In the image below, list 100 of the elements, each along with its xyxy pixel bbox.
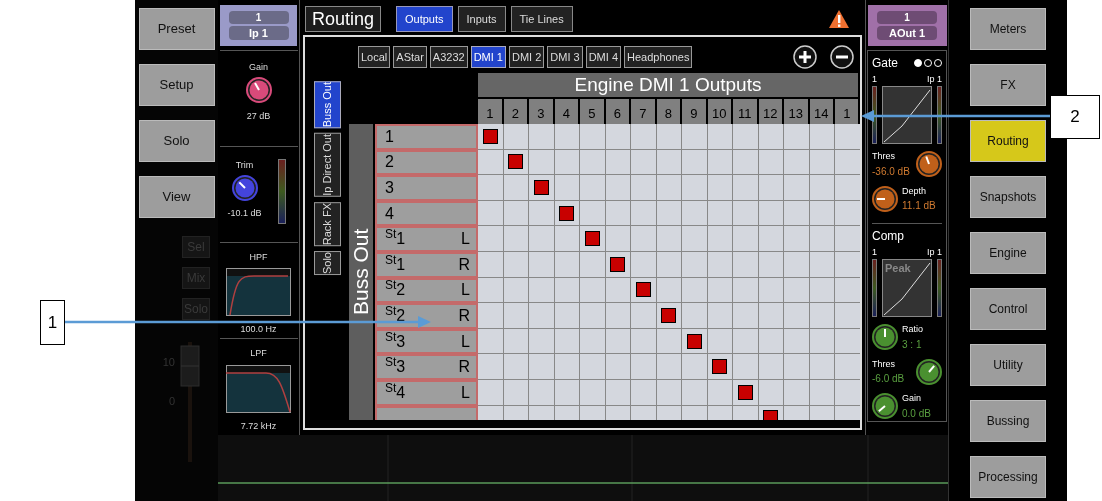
crosspoint-cell[interactable]: [809, 124, 835, 150]
crosspoint-cell[interactable]: [682, 303, 708, 329]
crosspoint-cell[interactable]: [809, 303, 835, 329]
crosspoint-cell[interactable]: [835, 226, 860, 252]
source-tab[interactable]: AStar: [393, 46, 427, 68]
group-tab[interactable]: Buss Out: [313, 81, 341, 129]
crosspoint-cell[interactable]: [682, 149, 708, 176]
crosspoint-cell[interactable]: [478, 124, 504, 150]
group-tab[interactable]: Ip Direct Out: [313, 133, 341, 197]
crosspoint-cell[interactable]: [529, 354, 555, 380]
crosspoint-cell[interactable]: [580, 277, 606, 304]
crosspoint-cell[interactable]: [478, 379, 504, 406]
crosspoint-cell[interactable]: [682, 200, 708, 227]
tab[interactable]: Outputs: [396, 6, 453, 32]
crosspoint-cell[interactable]: [733, 328, 759, 355]
crosspoint-cell[interactable]: [682, 124, 708, 150]
crosspoint-cell[interactable]: [478, 175, 504, 201]
crosspoint-cell[interactable]: [503, 303, 529, 329]
crosspoint-cell[interactable]: [605, 226, 631, 252]
channel-header[interactable]: 1 AOut 1: [867, 5, 947, 46]
crosspoint-cell[interactable]: [529, 328, 555, 355]
crosspoint-cell[interactable]: [631, 200, 657, 227]
nav-button[interactable]: FX: [970, 64, 1046, 106]
crosspoint-cell[interactable]: [478, 354, 504, 380]
crosspoint-cell[interactable]: [682, 226, 708, 252]
crosspoint-cell[interactable]: [554, 124, 580, 150]
crosspoint-cell[interactable]: [809, 226, 835, 252]
crosspoint-cell[interactable]: [784, 328, 810, 355]
nav-button[interactable]: Setup: [138, 64, 215, 106]
crosspoint-cell[interactable]: [758, 303, 784, 329]
crosspoint-cell[interactable]: [835, 379, 860, 406]
crosspoint-cell[interactable]: [733, 149, 759, 176]
crosspoint-cell[interactable]: [707, 175, 733, 201]
crosspoint-cell[interactable]: [503, 124, 529, 150]
nav-button[interactable]: Solo: [138, 120, 215, 162]
crosspoint-cell[interactable]: [529, 303, 555, 329]
crosspoint-cell[interactable]: [656, 226, 682, 252]
crosspoint-cell[interactable]: [503, 226, 529, 252]
group-tab[interactable]: Rack FX: [313, 202, 341, 247]
crosspoint-cell[interactable]: [682, 354, 708, 380]
crosspoint-cell[interactable]: [631, 328, 657, 355]
crosspoint-cell[interactable]: [733, 354, 759, 380]
crosspoint-cell[interactable]: [529, 200, 555, 227]
crosspoint-cell[interactable]: [733, 303, 759, 329]
crosspoint-cell[interactable]: [554, 354, 580, 380]
crosspoint-cell[interactable]: [835, 277, 860, 304]
crosspoint-cell[interactable]: [631, 379, 657, 406]
source-tab[interactable]: DMI 2: [508, 46, 545, 68]
crosspoint-cell[interactable]: [682, 328, 708, 355]
crosspoint-cell[interactable]: [580, 124, 606, 150]
crosspoint-cell[interactable]: [784, 149, 810, 176]
crosspoint-cell[interactable]: [733, 226, 759, 252]
nav-button[interactable]: Utility: [970, 344, 1046, 386]
crosspoint-cell[interactable]: [580, 226, 606, 252]
crosspoint-cell[interactable]: [580, 379, 606, 406]
crosspoint-cell[interactable]: [835, 251, 860, 278]
crosspoint-cell[interactable]: [631, 226, 657, 252]
group-tab[interactable]: Solo: [313, 251, 341, 276]
source-tab[interactable]: DMI 4: [585, 46, 621, 68]
crosspoint-cell[interactable]: [682, 277, 708, 304]
crosspoint-cell[interactable]: [733, 277, 759, 304]
crosspoint-cell[interactable]: [784, 200, 810, 227]
crosspoint-cell[interactable]: [682, 175, 708, 201]
crosspoint-cell[interactable]: [631, 251, 657, 278]
crosspoint-cell[interactable]: [631, 175, 657, 201]
crosspoint-cell[interactable]: [631, 354, 657, 380]
crosspoint-cell[interactable]: [733, 251, 759, 278]
crosspoint-cell[interactable]: [784, 354, 810, 380]
source-tab[interactable]: DMI 1: [470, 46, 506, 68]
crosspoint-cell[interactable]: [733, 124, 759, 150]
nav-button[interactable]: Processing: [970, 456, 1046, 498]
crosspoint-cell[interactable]: [478, 328, 504, 355]
crosspoint-cell[interactable]: [835, 328, 860, 355]
crosspoint-cell[interactable]: [478, 303, 504, 329]
crosspoint-cell[interactable]: [784, 251, 810, 278]
crosspoint-cell[interactable]: [580, 328, 606, 355]
crosspoint-cell[interactable]: [605, 124, 631, 150]
crosspoint-cell[interactable]: [580, 175, 606, 201]
crosspoint-cell[interactable]: [809, 354, 835, 380]
source-tab[interactable]: A3232: [429, 46, 468, 68]
crosspoint-cell[interactable]: [529, 277, 555, 304]
crosspoint-cell[interactable]: [554, 175, 580, 201]
source-tab[interactable]: DMI 3: [547, 46, 583, 68]
crosspoint-cell[interactable]: [784, 277, 810, 304]
crosspoint-cell[interactable]: [605, 175, 631, 201]
crosspoint-cell[interactable]: [758, 124, 784, 150]
crosspoint-cell[interactable]: [554, 303, 580, 329]
crosspoint-cell[interactable]: [580, 303, 606, 329]
crosspoint-cell[interactable]: [529, 149, 555, 176]
crosspoint-cell[interactable]: [478, 226, 504, 252]
crosspoint-cell[interactable]: [478, 251, 504, 278]
crosspoint-cell[interactable]: [835, 354, 860, 380]
crosspoint-cell[interactable]: [784, 175, 810, 201]
crosspoint-cell[interactable]: [656, 303, 682, 329]
crosspoint-cell[interactable]: [529, 175, 555, 201]
crosspoint-cell[interactable]: [529, 124, 555, 150]
crosspoint-cell[interactable]: [707, 303, 733, 329]
crosspoint-cell[interactable]: [605, 303, 631, 329]
crosspoint-cell[interactable]: [835, 200, 860, 227]
crosspoint-cell[interactable]: [784, 226, 810, 252]
